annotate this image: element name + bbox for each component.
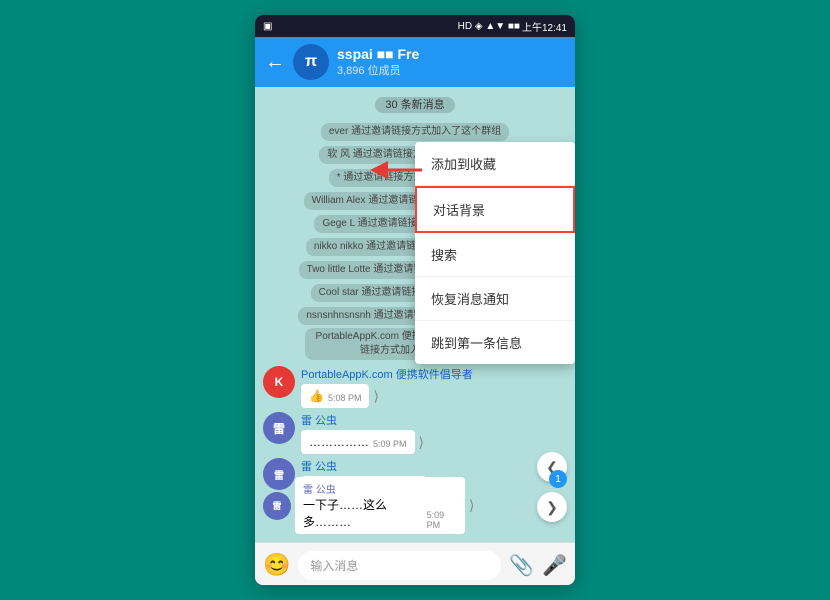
- menu-search[interactable]: 搜索: [415, 233, 575, 277]
- scroll-down-button[interactable]: ❯: [537, 492, 567, 522]
- msg-time-2: 5:09 PM: [373, 439, 407, 449]
- status-time: 上午12:41: [522, 19, 567, 34]
- system-message: ever 通过邀请链接方式加入了这个群组: [263, 121, 567, 141]
- msg-sender-2: 雷 公虫: [301, 412, 424, 428]
- member-count: 3,896 位成员: [337, 62, 565, 78]
- msg-bubble-1: 👍 5:08 PM: [301, 384, 369, 408]
- new-messages-bar: 30 条新消息: [263, 95, 567, 113]
- red-arrow: [367, 155, 427, 190]
- status-signal: HD ◈ ▲▼ ■■: [458, 21, 520, 32]
- msg-content-1: PortableAppK.com 便携软件倡导者 👍 5:08 PM ⟩: [301, 366, 473, 408]
- floating-avatar-area: 雷 雷 公虫 一下子……这么多……… 5:09 PM ⟩: [263, 477, 474, 534]
- last-forward-icon[interactable]: ⟩: [469, 497, 474, 514]
- back-button[interactable]: ←: [265, 51, 285, 74]
- msg-sender-3: 雷 公虫: [301, 458, 436, 474]
- chat-message-1: K PortableAppK.com 便携软件倡导者 👍 5:08 PM ⟩: [263, 366, 567, 408]
- menu-add-favorites[interactable]: 添加到收藏: [415, 142, 575, 186]
- msg-content-2: 雷 公虫 …………… 5:09 PM ⟩: [301, 412, 424, 454]
- message-input[interactable]: 输入消息: [298, 551, 501, 580]
- last-msg-text: 一下子……这么多………: [303, 496, 423, 530]
- chat-area: 30 条新消息 ever 通过邀请链接方式加入了这个群组 软 风 通过邀请链接方…: [255, 87, 575, 542]
- sys-msg-1: ever 通过邀请链接方式加入了这个群组: [321, 123, 509, 141]
- group-name: sspai ■■ Fre: [337, 46, 497, 62]
- status-icon: ▣: [263, 21, 272, 32]
- floating-avatar: 雷: [263, 492, 291, 520]
- menu-jump-first[interactable]: 跳到第一条信息: [415, 321, 575, 364]
- mic-button[interactable]: 🎤: [542, 553, 567, 578]
- emoji-button[interactable]: 😊: [263, 552, 290, 578]
- attach-button[interactable]: 📎: [509, 553, 534, 578]
- menu-chat-bg[interactable]: 对话背景: [415, 186, 575, 233]
- group-avatar: π: [293, 44, 329, 80]
- status-bar: ▣ HD ◈ ▲▼ ■■ 上午12:41: [255, 15, 575, 37]
- msg-text-2: ……………: [309, 435, 369, 449]
- chat-header: ← π sspai ■■ Fre 3,896 位成员: [255, 37, 575, 87]
- new-messages-label: 30 条新消息: [375, 97, 454, 113]
- unread-badge: 1: [549, 470, 567, 488]
- avatar-2: 雷: [263, 412, 295, 444]
- msg-time-1: 5:08 PM: [328, 393, 362, 403]
- msg-text-1: 👍: [309, 389, 324, 403]
- avatar-1: K: [263, 366, 295, 398]
- last-msg-time: 5:09 PM: [427, 510, 457, 530]
- status-bar-left: ▣: [263, 21, 272, 32]
- phone-frame: ▣ HD ◈ ▲▼ ■■ 上午12:41 ← π sspai ■■ Fre 3,…: [255, 15, 575, 585]
- forward-icon-2[interactable]: ⟩: [419, 434, 424, 451]
- last-msg-sender: 雷 公虫: [303, 481, 457, 496]
- forward-icon-1[interactable]: ⟩: [373, 388, 378, 405]
- header-info: sspai ■■ Fre 3,896 位成员: [337, 46, 565, 78]
- menu-restore-notify[interactable]: 恢复消息通知: [415, 277, 575, 321]
- chat-input-bar: 😊 输入消息 📎 🎤: [255, 542, 575, 585]
- context-menu: 添加到收藏 对话背景 搜索 恢复消息通知 跳到第一条信息: [415, 142, 575, 364]
- last-msg-bubble: 雷 公虫 一下子……这么多……… 5:09 PM: [295, 477, 465, 534]
- status-bar-right: HD ◈ ▲▼ ■■ 上午12:41: [458, 19, 567, 34]
- msg-sender-1: PortableAppK.com 便携软件倡导者: [301, 366, 473, 382]
- msg-bubble-2: …………… 5:09 PM: [301, 430, 415, 454]
- chat-message-2: 雷 雷 公虫 …………… 5:09 PM ⟩: [263, 412, 567, 454]
